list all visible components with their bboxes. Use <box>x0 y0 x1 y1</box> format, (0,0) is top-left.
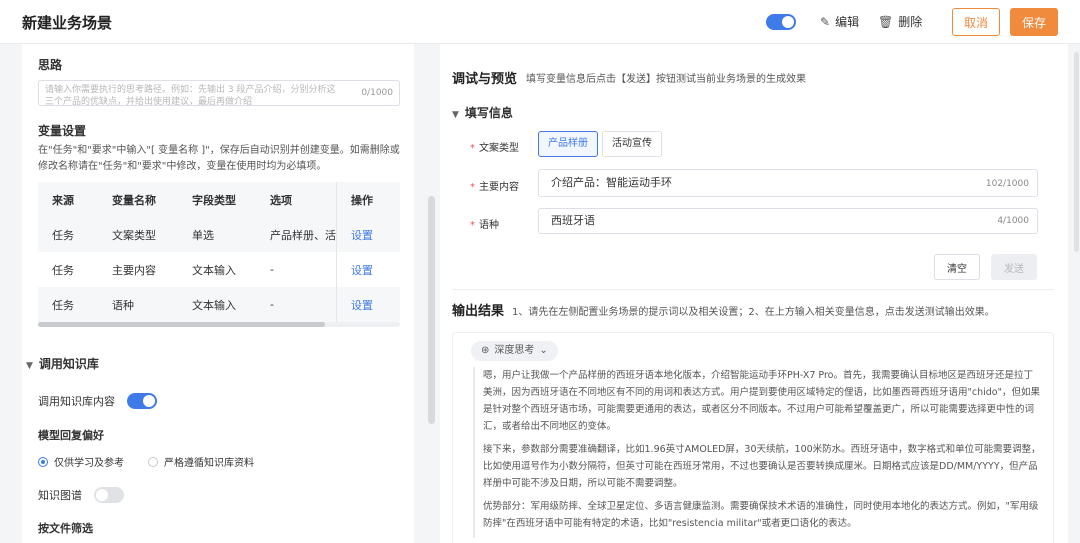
idea-placeholder-line1: 请输入你需要执行的思考路径。例如：先输出 3 段产品介绍，分别分析这 <box>45 85 336 95</box>
column-header: 选项 <box>256 182 337 217</box>
language-value: 西班牙语 <box>551 214 595 227</box>
caret-down-icon: ▼ <box>452 110 459 120</box>
pencil-icon: ✎ <box>820 14 831 29</box>
idea-textarea[interactable]: 请输入你需要执行的思考路径。例如：先输出 3 段产品介绍，分别分析这 三个产品的… <box>38 80 400 106</box>
output-hint: 1、请先在左侧配置业务场景的提示词以及相关设置；2、在上方输入相关变量信息，点击… <box>512 307 995 318</box>
caret-down-icon: ▼ <box>26 361 33 371</box>
column-header: 字段类型 <box>178 182 256 217</box>
cell-name: 文案类型 <box>98 217 178 252</box>
page-title: 新建业务场景 <box>22 14 113 32</box>
top-bar: 新建业务场景 ✎ 编辑 🗑 删除 取消 保存 <box>0 0 1080 44</box>
debug-preview-panel: 调试与预览 填写变量信息后点击【发送】按钮测试当前业务场景的生成效果 ▼ 填写信息… <box>440 44 1068 543</box>
variables-table: 来源 变量名称 字段类型 选项 操作 任务 文案类型 单选 产品样册、活 设置 … <box>38 182 400 322</box>
cell-options: - <box>270 263 274 276</box>
debug-subtitle: 填写变量信息后点击【发送】按钮测试当前业务场景的生成效果 <box>526 74 806 85</box>
main-content-input[interactable]: 介绍产品：智能运动手环 102/1000 <box>538 169 1038 197</box>
cell-name: 主要内容 <box>112 263 156 277</box>
output-title: 输出结果 <box>452 304 505 319</box>
cell-options: 产品样册、活 <box>256 217 337 252</box>
reply-preference-title: 模型回复偏好 <box>38 429 104 442</box>
config-panel: 思路 请输入你需要执行的思考路径。例如：先输出 3 段产品介绍，分别分析这 三个… <box>22 44 414 543</box>
knowledge-section-header[interactable]: ▼ 调用知识库 <box>26 355 99 372</box>
table-horizontal-scrollbar[interactable] <box>38 322 400 327</box>
preview-panel-scrollbar[interactable] <box>1074 52 1079 252</box>
idea-char-count: 0/1000 <box>357 88 393 100</box>
cell-source: 任务 <box>52 263 74 277</box>
cell-type: 文本输入 <box>178 287 256 322</box>
knowledge-graph-toggle[interactable] <box>94 487 124 503</box>
column-header: 操作 <box>336 182 400 217</box>
idea-placeholder-line2: 三个产品的优缺点，并给出使用建议，最后再做介绍 <box>45 96 253 106</box>
thinking-content: 嗯，用户让我做一个产品样册的西班牙语本地化版本，介绍智能运动手环PH-X7 Pr… <box>473 367 1041 538</box>
delete-label: 删除 <box>898 15 923 29</box>
edit-label: 编辑 <box>835 15 860 29</box>
variables-description: 在"任务"和"要求"中输入"[ 变量名称 ]"，保存后自动识别并创建变量。如需删… <box>38 145 400 172</box>
clear-button[interactable]: 清空 <box>934 254 980 280</box>
copy-type-option-campaign[interactable]: 活动宣传 <box>602 131 662 157</box>
deep-think-label: 深度思考 <box>494 345 535 356</box>
thinking-paragraph: 嗯，用户让我做一个产品样册的西班牙语本地化版本，介绍智能运动手环PH-X7 Pr… <box>483 370 1040 432</box>
cell-source: 任务 <box>38 287 98 322</box>
divider <box>452 289 1054 290</box>
settings-link[interactable]: 设置 <box>336 287 400 322</box>
fill-info-title: 填写信息 <box>464 106 513 120</box>
delete-button[interactable]: 🗑 删除 <box>878 13 922 30</box>
variables-title: 变量设置 <box>38 124 87 138</box>
knowledge-graph-label: 知识图谱 <box>38 489 82 502</box>
use-knowledge-label: 调用知识库内容 <box>38 395 115 408</box>
table-row: 任务 语种 文本输入 - 设置 <box>38 287 400 322</box>
column-header: 来源 <box>38 182 98 217</box>
use-knowledge-row: 调用知识库内容 <box>38 393 157 409</box>
cell-name: 语种 <box>98 287 178 322</box>
debug-title: 调试与预览 <box>452 72 518 87</box>
main-content-count: 102/1000 <box>985 179 1029 189</box>
cell-source: 任务 <box>38 217 98 252</box>
cell-type: 文本输入 <box>192 263 236 277</box>
cell-options: - <box>256 287 337 322</box>
reply-preference-options: 仅供学习及参考 严格遵循知识库资料 <box>38 454 254 469</box>
copy-type-option-product[interactable]: 产品样册 <box>538 131 598 157</box>
fill-info-header[interactable]: ▼ 填写信息 <box>452 104 513 121</box>
cancel-button[interactable]: 取消 <box>952 8 1000 36</box>
radio-dot <box>148 456 158 467</box>
idea-title: 思路 <box>38 58 63 72</box>
settings-link[interactable]: 设置 <box>336 252 400 287</box>
scrollbar-thumb[interactable] <box>38 322 325 327</box>
language-count: 4/1000 <box>997 216 1029 226</box>
thinking-paragraph: 接下来，参数部分需要准确翻译，比如1.96英寸AMOLED屏，30天续航，100… <box>483 444 1041 489</box>
cell-type: 单选 <box>178 217 256 252</box>
radio-reference[interactable]: 仅供学习及参考 <box>38 454 124 469</box>
language-input[interactable]: 西班牙语 4/1000 <box>538 208 1038 234</box>
knowledge-title: 调用知识库 <box>38 357 99 371</box>
edit-button[interactable]: ✎ 编辑 <box>820 13 859 30</box>
main-content-value: 介绍产品：智能运动手环 <box>551 176 672 189</box>
table-row: 任务 主要内容 文本输入 - 设置 <box>38 252 400 287</box>
thinking-paragraph: 优势部分：军用级防摔、全球卫星定位、多语言健康监测。需要确保技术术语的准确性，同… <box>483 501 1039 529</box>
language-label: * 语种 <box>470 220 499 231</box>
file-filter-title: 按文件筛选 <box>38 522 93 535</box>
chevron-down-icon: ⌄ <box>539 345 548 356</box>
settings-link[interactable]: 设置 <box>336 217 400 252</box>
trash-icon: 🗑 <box>878 14 894 29</box>
main-content-label: * 主要内容 <box>470 182 519 193</box>
radio-reference-label: 仅供学习及参考 <box>54 458 124 469</box>
radio-strict-label: 严格遵循知识库资料 <box>164 458 254 469</box>
knowledge-graph-row: 知识图谱 <box>38 487 124 503</box>
radio-strict[interactable]: 严格遵循知识库资料 <box>148 454 254 469</box>
use-knowledge-toggle[interactable] <box>127 393 157 409</box>
deep-think-toggle[interactable]: ⊛ 深度思考 ⌄ <box>471 341 558 361</box>
table-row: 任务 文案类型 单选 产品样册、活 设置 <box>38 217 400 252</box>
brain-icon: ⊛ <box>481 345 490 356</box>
output-box: ⊛ 深度思考 ⌄ 嗯，用户让我做一个产品样册的西班牙语本地化版本，介绍智能运动手… <box>452 332 1054 543</box>
copy-type-label: * 文案类型 <box>470 143 519 154</box>
table-header-row: 来源 变量名称 字段类型 选项 操作 <box>38 182 400 217</box>
save-button[interactable]: 保存 <box>1010 8 1058 36</box>
scene-enable-toggle[interactable] <box>766 14 796 30</box>
radio-dot-selected <box>38 456 48 467</box>
column-header: 变量名称 <box>98 182 178 217</box>
send-button[interactable]: 发送 <box>991 254 1037 280</box>
config-panel-scrollbar[interactable] <box>428 196 435 424</box>
